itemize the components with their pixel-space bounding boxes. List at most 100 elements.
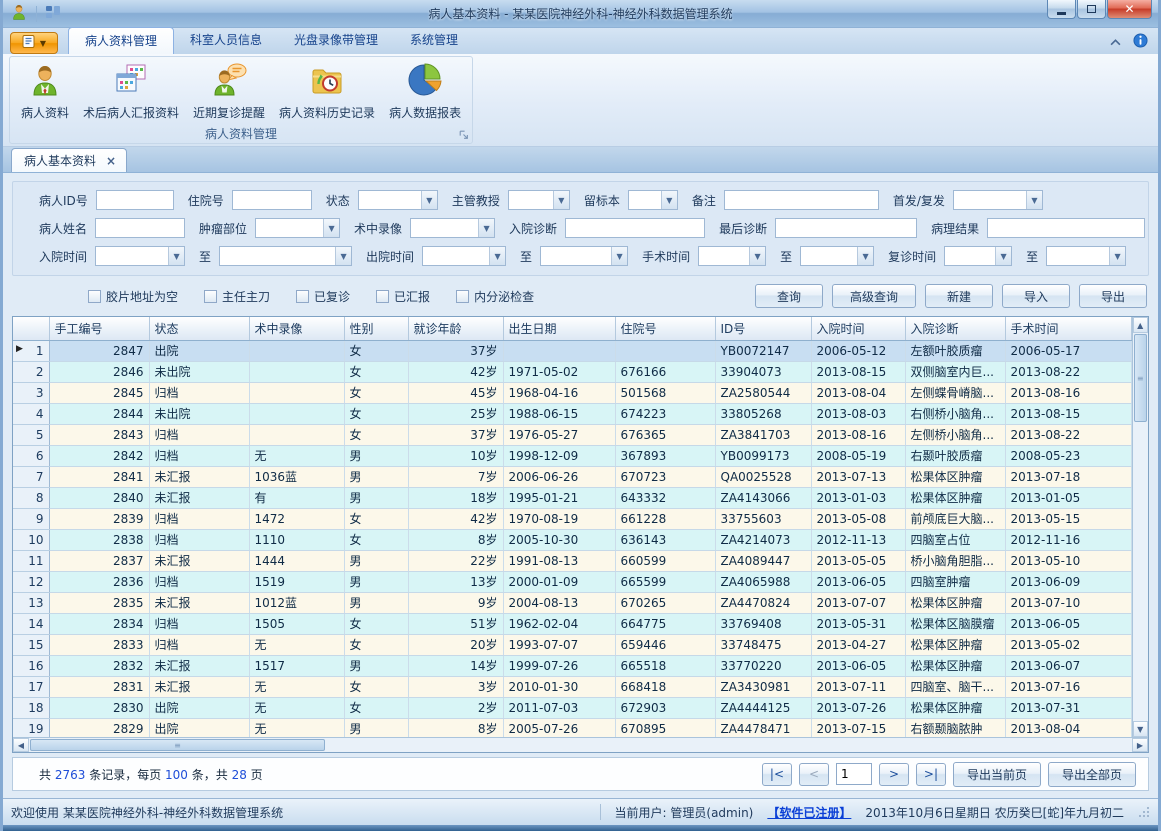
vertical-scroll-thumb[interactable]: ≡ [1134,334,1148,422]
ribbon-tab-disc-tape-management[interactable]: 光盘录像带管理 [278,27,394,54]
filter-combo-status[interactable]: ▼ [358,190,438,210]
new-button[interactable]: 新建 [925,284,993,308]
advanced-query-button[interactable]: 高级查询 [832,284,916,308]
row-selector[interactable]: 6 [13,445,49,466]
grid-column-header-2[interactable]: 术中录像 [249,317,344,340]
row-selector[interactable]: 5 [13,424,49,445]
row-selector[interactable]: 4 [13,403,49,424]
table-row[interactable]: 42844未出院女25岁1988-06-15674223338052682013… [13,403,1131,424]
first-page-button[interactable]: |< [762,763,792,786]
prev-page-button[interactable]: < [799,763,829,786]
table-row[interactable]: 192829出院无男8岁2005-07-26670895ZA4478471201… [13,718,1131,737]
checkbox-endocrine-exam[interactable]: 内分泌检查 [456,288,534,305]
scroll-down-icon[interactable]: ▼ [1133,721,1149,737]
grid-column-header-4[interactable]: 就诊年龄 [408,317,503,340]
next-page-button[interactable]: > [879,763,909,786]
table-row[interactable]: 82840未汇报有男18岁1995-01-21643332ZA414306620… [13,487,1131,508]
filter-combo-discharge-date-from[interactable]: ▼ [422,246,506,266]
filter-input-patient-name[interactable] [95,218,185,238]
table-row[interactable]: 52843归档女37岁1976-05-27676365ZA38417032013… [13,424,1131,445]
patient-records-button[interactable]: 病人资料 [14,58,76,123]
scroll-right-icon[interactable]: ▶ [1132,738,1148,752]
chevron-down-icon[interactable]: ▼ [421,191,437,209]
chevron-down-icon[interactable]: ▼ [611,247,627,265]
last-page-button[interactable]: >| [916,763,946,786]
row-selector[interactable]: 3 [13,382,49,403]
row-selector[interactable]: 12 [13,571,49,592]
postop-report-data-button[interactable]: 术后病人汇报资料 [76,58,186,123]
scroll-left-icon[interactable]: ◀ [13,738,29,752]
table-row[interactable]: 142834归档1505女51岁1962-02-0466477533769408… [13,613,1131,634]
checkbox-director-surgeon[interactable]: 主任主刀 [204,288,270,305]
patient-history-button[interactable]: 病人资料历史记录 [272,58,382,123]
checkbox-box-followed-up[interactable] [296,290,309,303]
row-selector[interactable]: 10 [13,529,49,550]
filter-input-admission-diagnosis[interactable] [565,218,705,238]
row-selector[interactable]: 13 [13,592,49,613]
filter-combo-admission-date-from[interactable]: ▼ [95,246,185,266]
tab-patient-basic-info[interactable]: 病人基本资料 × [11,148,127,172]
table-row[interactable]: 162832未汇报1517男14岁1999-07-266655183377022… [13,655,1131,676]
collapse-ribbon-icon[interactable] [1110,35,1121,49]
table-row[interactable]: 122836归档1519男13岁2000-01-09665599ZA406598… [13,571,1131,592]
row-selector[interactable]: 19 [13,718,49,737]
grid-column-header-1[interactable]: 状态 [149,317,249,340]
table-row[interactable]: 132835未汇报1012蓝男9岁2004-08-13670265ZA44708… [13,592,1131,613]
ribbon-tab-department-staff-info[interactable]: 科室人员信息 [174,27,278,54]
filter-combo-surgery-date-from[interactable]: ▼ [698,246,766,266]
checkbox-box-endocrine-exam[interactable] [456,290,469,303]
maximize-button[interactable] [1077,0,1106,19]
tab-close-icon[interactable]: × [106,154,116,168]
patient-data-report-button[interactable]: 病人数据报表 [382,58,468,123]
checkbox-box-film-address-empty[interactable] [88,290,101,303]
filter-input-remarks[interactable] [724,190,879,210]
table-row[interactable]: 22846未出院女42岁1971-05-02676166339040732013… [13,361,1131,382]
filter-combo-chief-professor[interactable]: ▼ [508,190,570,210]
resize-grip[interactable] [1138,806,1150,818]
table-row[interactable]: 182830出院无女2岁2011-07-03672903ZA4444125201… [13,697,1131,718]
table-row[interactable]: 62842归档无男10岁1998-12-09367893YB0099173200… [13,445,1131,466]
table-row[interactable]: 152833归档无女20岁1993-07-0765944633748475201… [13,634,1131,655]
chevron-down-icon[interactable]: ▼ [1109,247,1125,265]
grid-column-header-0[interactable]: 手工编号 [49,317,149,340]
filter-combo-tumor-site[interactable]: ▼ [255,218,340,238]
filter-combo-first-or-recurrent[interactable]: ▼ [953,190,1043,210]
chevron-down-icon[interactable]: ▼ [749,247,765,265]
grid-column-header-7[interactable]: ID号 [715,317,811,340]
filter-combo-specimen-kept[interactable]: ▼ [628,190,678,210]
checkbox-reported[interactable]: 已汇报 [376,288,430,305]
chevron-down-icon[interactable]: ▼ [857,247,873,265]
group-dialog-launcher-icon[interactable] [458,129,469,140]
horizontal-scroll-thumb[interactable]: ≡ [30,739,325,751]
chevron-down-icon[interactable]: ▼ [489,247,505,265]
filter-input-patient-id[interactable] [96,190,174,210]
checkbox-followed-up[interactable]: 已复诊 [296,288,350,305]
filter-combo-followup-date-to[interactable]: ▼ [1046,246,1126,266]
row-selector[interactable]: 15 [13,634,49,655]
chevron-down-icon[interactable]: ▼ [995,247,1011,265]
vertical-scrollbar[interactable]: ▲ ≡ ▼ [1132,317,1149,737]
grid-column-header-3[interactable]: 性别 [344,317,408,340]
row-selector[interactable]: 14 [13,613,49,634]
page-input[interactable] [836,763,872,785]
row-selector[interactable]: 7 [13,466,49,487]
query-button[interactable]: 查询 [755,284,823,308]
table-row[interactable]: ▶12847出院女37岁YB00721472006-05-12左额叶胶质瘤200… [13,340,1131,361]
grid-column-header-10[interactable]: 手术时间 [1005,317,1131,340]
ribbon-tab-patient-data-management[interactable]: 病人资料管理 [68,27,174,54]
table-row[interactable]: 102838归档1110女8岁2005-10-30636143ZA4214073… [13,529,1131,550]
chevron-down-icon[interactable]: ▼ [661,191,677,209]
row-selector[interactable]: 18 [13,697,49,718]
filter-input-pathology-result[interactable] [987,218,1145,238]
filter-combo-discharge-date-to[interactable]: ▼ [540,246,628,266]
filter-combo-intraop-video[interactable]: ▼ [410,218,495,238]
filter-combo-admission-date-to[interactable]: ▼ [219,246,352,266]
chevron-down-icon[interactable]: ▼ [323,219,339,237]
checkbox-box-reported[interactable] [376,290,389,303]
table-row[interactable]: 92839归档1472女42岁1970-08-19661228337556032… [13,508,1131,529]
table-row[interactable]: 32845归档女45岁1968-04-16501568ZA25805442013… [13,382,1131,403]
grid-column-header-5[interactable]: 出生日期 [503,317,615,340]
filter-input-admission-number[interactable] [232,190,312,210]
table-row[interactable]: 72841未汇报1036蓝男7岁2006-06-26670723QA002552… [13,466,1131,487]
filter-combo-surgery-date-to[interactable]: ▼ [800,246,874,266]
